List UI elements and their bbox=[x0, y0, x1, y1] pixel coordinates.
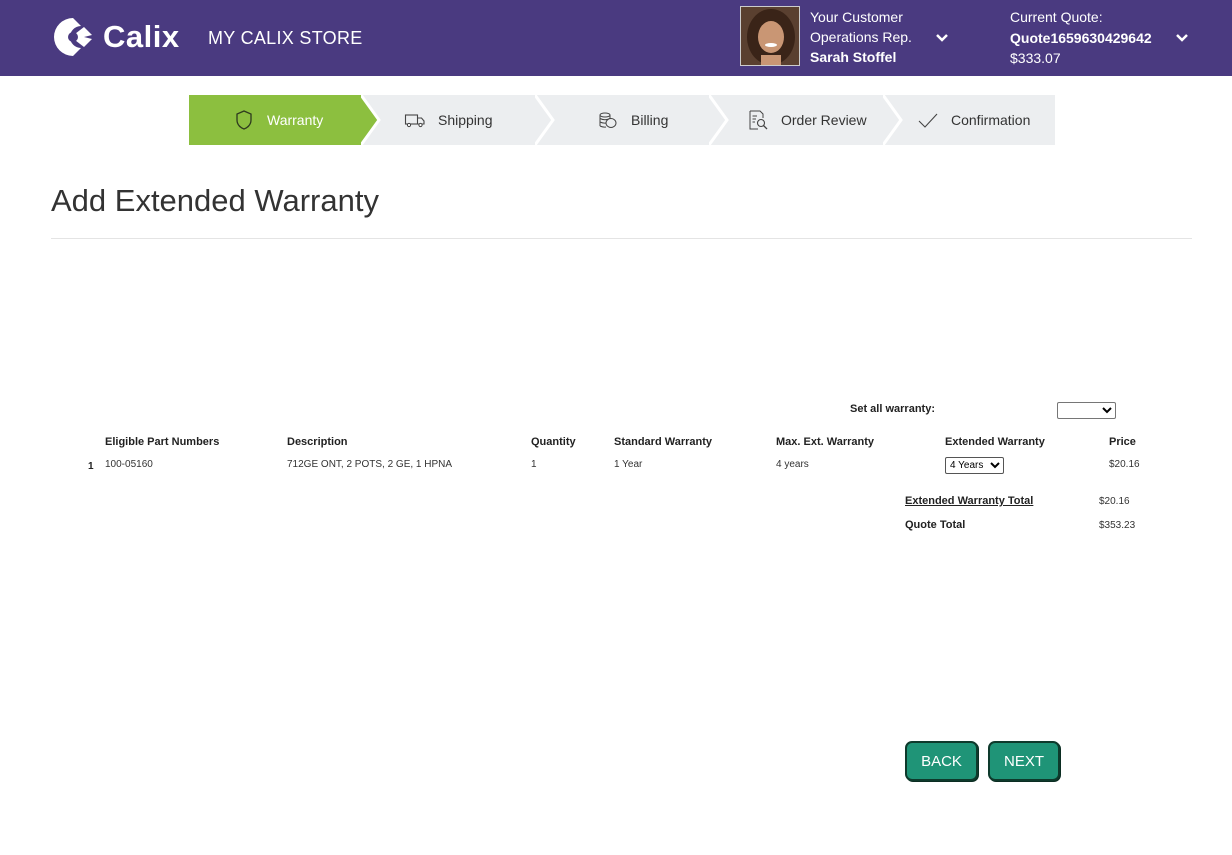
shield-icon bbox=[233, 109, 255, 131]
calix-logo-icon bbox=[54, 18, 92, 56]
step-warranty[interactable]: Warranty bbox=[189, 95, 379, 145]
part-number: 100-05160 bbox=[105, 459, 153, 470]
rep-line1: Your Customer bbox=[810, 9, 903, 25]
part-description: 712GE ONT, 2 POTS, 2 GE, 1 HPNA bbox=[287, 459, 453, 470]
max-ext-warranty-value: 4 years bbox=[776, 459, 809, 470]
price-value: $20.16 bbox=[1109, 459, 1140, 470]
quote-id: Quote1659630429642 bbox=[1010, 29, 1152, 46]
calix-logo[interactable]: Calix bbox=[51, 14, 181, 60]
col-header-price: Price bbox=[1109, 436, 1136, 448]
set-all-warranty-select[interactable] bbox=[1057, 402, 1116, 419]
checkmark-icon bbox=[917, 109, 939, 131]
extended-warranty-total-link[interactable]: Extended Warranty Total bbox=[905, 495, 1033, 507]
extended-warranty-total-value: $20.16 bbox=[1099, 496, 1130, 507]
back-button[interactable]: BACK bbox=[905, 741, 978, 781]
step-label: Confirmation bbox=[951, 112, 1031, 128]
row-index: 1 bbox=[88, 461, 94, 472]
store-title: MY CALIX STORE bbox=[208, 28, 363, 48]
col-header-description: Description bbox=[287, 436, 348, 448]
col-header-max-ext-warranty: Max. Ext. Warranty bbox=[776, 436, 875, 448]
checkout-stepper: Warranty Shipping Billing Order Review C… bbox=[189, 95, 1055, 145]
col-header-part: Eligible Part Numbers bbox=[105, 436, 220, 448]
quote-label: Current Quote: bbox=[1010, 9, 1103, 25]
quote-amount: $333.07 bbox=[1010, 50, 1061, 66]
step-label: Shipping bbox=[438, 112, 493, 128]
next-button[interactable]: NEXT bbox=[988, 741, 1060, 781]
rep-name: Sarah Stoffel bbox=[810, 49, 897, 65]
current-quote: Current Quote: Quote1659630429642 $333.0… bbox=[1010, 7, 1152, 69]
title-divider bbox=[51, 238, 1192, 239]
rep-line2: Operations Rep. bbox=[810, 29, 912, 45]
step-label: Billing bbox=[631, 112, 669, 128]
set-all-warranty-label: Set all warranty: bbox=[850, 403, 935, 415]
extended-warranty-select[interactable]: 4 Years bbox=[945, 457, 1004, 474]
quantity-value: 1 bbox=[531, 459, 537, 470]
coins-icon bbox=[597, 109, 619, 131]
col-header-extended-warranty: Extended Warranty bbox=[945, 436, 1045, 448]
step-order-review[interactable]: Order Review bbox=[709, 95, 901, 145]
top-header: Calix MY CALIX STORE Your Customer Opera… bbox=[0, 0, 1232, 76]
rep-avatar bbox=[740, 6, 800, 66]
col-header-standard-warranty: Standard Warranty bbox=[614, 436, 713, 448]
step-label: Warranty bbox=[267, 112, 324, 128]
quote-total-value: $353.23 bbox=[1099, 520, 1136, 531]
page-title: Add Extended Warranty bbox=[51, 183, 379, 218]
rep-info: Your Customer Operations Rep. Sarah Stof… bbox=[810, 7, 912, 67]
standard-warranty-value: 1 Year bbox=[614, 459, 643, 470]
document-search-icon bbox=[747, 109, 769, 131]
step-label: Order Review bbox=[781, 112, 867, 128]
quote-total-label: Quote Total bbox=[905, 519, 966, 531]
step-confirmation[interactable]: Confirmation bbox=[883, 95, 1055, 145]
col-header-quantity: Quantity bbox=[531, 436, 576, 448]
brand-name: Calix bbox=[103, 19, 180, 54]
quote-chevron-down-icon[interactable] bbox=[1174, 30, 1190, 46]
step-shipping[interactable]: Shipping bbox=[361, 95, 553, 145]
rep-chevron-down-icon[interactable] bbox=[934, 30, 950, 46]
step-billing[interactable]: Billing bbox=[535, 95, 727, 145]
truck-icon bbox=[404, 109, 426, 131]
